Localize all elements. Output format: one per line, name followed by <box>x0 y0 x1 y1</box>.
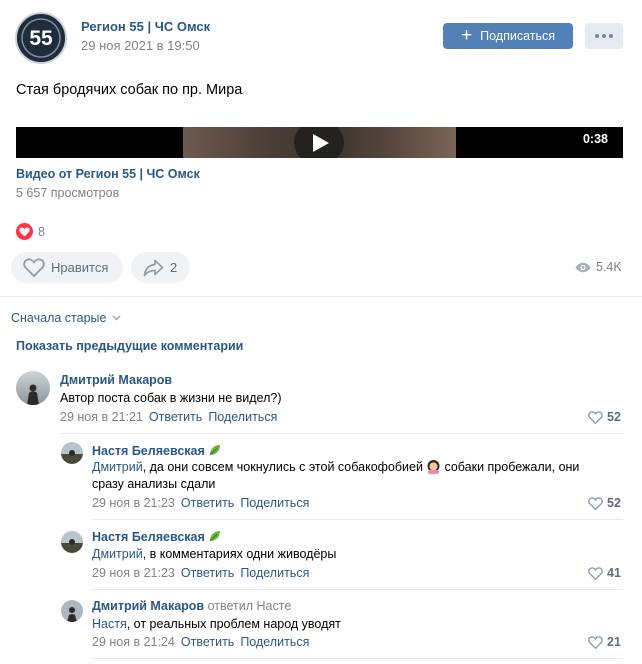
play-icon <box>313 134 329 152</box>
heart-outline-icon <box>588 566 603 580</box>
comment-date[interactable]: 29 ноя в 21:23 <box>92 496 175 510</box>
heart-reaction-icon[interactable] <box>16 223 33 240</box>
sort-dropdown[interactable]: Сначала старые <box>11 311 121 325</box>
comment-meta: 29 ноя в 21:21 Ответить Поделиться <box>60 410 277 424</box>
comment-meta: 29 ноя в 21:23 Ответить Поделиться <box>92 566 309 580</box>
sort-label: Сначала старые <box>11 311 107 325</box>
heart-icon <box>19 227 30 237</box>
reply-button[interactable]: Ответить <box>181 635 234 649</box>
woman-emoji-icon <box>427 460 440 474</box>
comment-like-button[interactable]: 41 <box>588 566 621 580</box>
comment-mention[interactable]: Дмитрий <box>92 547 143 561</box>
comment-author[interactable]: Настя Беляевская <box>92 444 205 458</box>
chevron-down-icon <box>112 315 121 321</box>
share-comment-button[interactable]: Поделиться <box>208 410 277 424</box>
video-title[interactable]: Видео от Регион 55 | ЧС Омск <box>16 167 200 181</box>
like-icon <box>23 258 45 277</box>
avatar[interactable] <box>61 442 83 464</box>
comment-like-count: 52 <box>607 410 621 424</box>
comment-date[interactable]: 29 ноя в 21:24 <box>92 635 175 649</box>
comment-meta: 29 ноя в 21:24 Ответить Поделиться <box>92 635 309 649</box>
avatar[interactable] <box>61 600 83 622</box>
show-previous-comments[interactable]: Показать предыдущие комментарии <box>16 339 243 353</box>
group-avatar[interactable]: 55 <box>15 12 67 64</box>
heart-outline-icon <box>588 635 603 649</box>
more-icon <box>595 34 599 38</box>
comment-like-button[interactable]: 52 <box>588 410 621 424</box>
comment-like-count: 41 <box>607 566 621 580</box>
svg-text:55: 55 <box>29 27 53 50</box>
subscribe-label: Подписаться <box>480 29 555 43</box>
post-text: Стая бродячих собак по пр. Мира <box>16 82 243 98</box>
share-button[interactable]: 2 <box>131 252 190 283</box>
like-button[interactable]: Нравится <box>11 252 123 283</box>
eye-icon <box>575 262 591 272</box>
comment-like-count: 21 <box>607 635 621 649</box>
comment-text: Настя, от реальных проблем народ уводят <box>92 617 341 631</box>
commenter-photo <box>61 600 83 622</box>
comment-divider <box>60 433 623 434</box>
more-button[interactable] <box>585 23 623 49</box>
comment-date[interactable]: 29 ноя в 21:23 <box>92 566 175 580</box>
like-label: Нравится <box>51 260 109 275</box>
avatar[interactable] <box>16 371 50 405</box>
heart-outline-icon <box>588 496 603 510</box>
video-player[interactable]: 0:38 <box>16 127 623 158</box>
comment-author-line: Дмитрий Макаров ответил Насте <box>92 599 291 613</box>
reaction-count[interactable]: 8 <box>38 225 45 239</box>
post-views: 5.4K <box>575 260 622 274</box>
comment-mention[interactable]: Настя <box>92 617 127 631</box>
plus-icon: + <box>461 24 473 46</box>
heart-outline-icon <box>588 410 603 424</box>
video-duration: 0:38 <box>582 132 608 146</box>
leaf-icon <box>209 531 220 542</box>
commenter-photo <box>61 442 83 464</box>
comment-author[interactable]: Дмитрий Макаров <box>60 373 172 387</box>
leaf-icon <box>209 445 220 456</box>
comment-divider <box>92 658 623 659</box>
comment-mention[interactable]: Дмитрий <box>92 460 143 474</box>
comment-author[interactable]: Настя Беляевская <box>92 530 205 544</box>
avatar[interactable] <box>61 531 83 553</box>
video-views: 5 657 просмотров <box>16 186 120 200</box>
comment-divider <box>92 519 623 520</box>
comment-like-button[interactable]: 21 <box>588 635 621 649</box>
comment-like-count: 52 <box>607 496 621 510</box>
comment-author-line: Настя Беляевская <box>92 443 222 458</box>
comment-text: Дмитрий, в комментариях одни живодёры <box>92 547 337 561</box>
group-logo: 55 <box>17 14 65 62</box>
views-total-count: 5.4K <box>596 260 622 274</box>
share-comment-button[interactable]: Поделиться <box>240 496 309 510</box>
comment-divider <box>92 589 623 590</box>
play-button[interactable] <box>294 127 344 158</box>
comment-text: Автор поста собак в жизни не видел?) <box>60 391 282 405</box>
comment-meta: 29 ноя в 21:23 Ответить Поделиться <box>92 496 309 510</box>
post-author[interactable]: Регион 55 | ЧС Омск <box>81 19 210 34</box>
divider <box>0 296 642 297</box>
post-date[interactable]: 29 ноя 2021 в 19:50 <box>81 38 200 53</box>
comment-like-button[interactable]: 52 <box>588 496 621 510</box>
comment-text: Дмитрий, да они совсем чокнулись с этой … <box>92 460 580 491</box>
commenter-photo <box>16 371 50 405</box>
comment-date[interactable]: 29 ноя в 21:21 <box>60 410 143 424</box>
comment-author-line: Настя Беляевская <box>92 529 222 544</box>
comment-author[interactable]: Дмитрий Макаров <box>92 599 204 613</box>
reply-button[interactable]: Ответить <box>181 566 234 580</box>
share-comment-button[interactable]: Поделиться <box>240 635 309 649</box>
share-count: 2 <box>170 260 178 275</box>
reply-button[interactable]: Ответить <box>149 410 202 424</box>
subscribe-button[interactable]: + Подписаться <box>443 23 573 49</box>
share-comment-button[interactable]: Поделиться <box>240 566 309 580</box>
commenter-photo <box>61 531 83 553</box>
reply-button[interactable]: Ответить <box>181 496 234 510</box>
share-icon <box>143 259 164 276</box>
replied-to[interactable]: ответил Насте <box>208 599 292 613</box>
